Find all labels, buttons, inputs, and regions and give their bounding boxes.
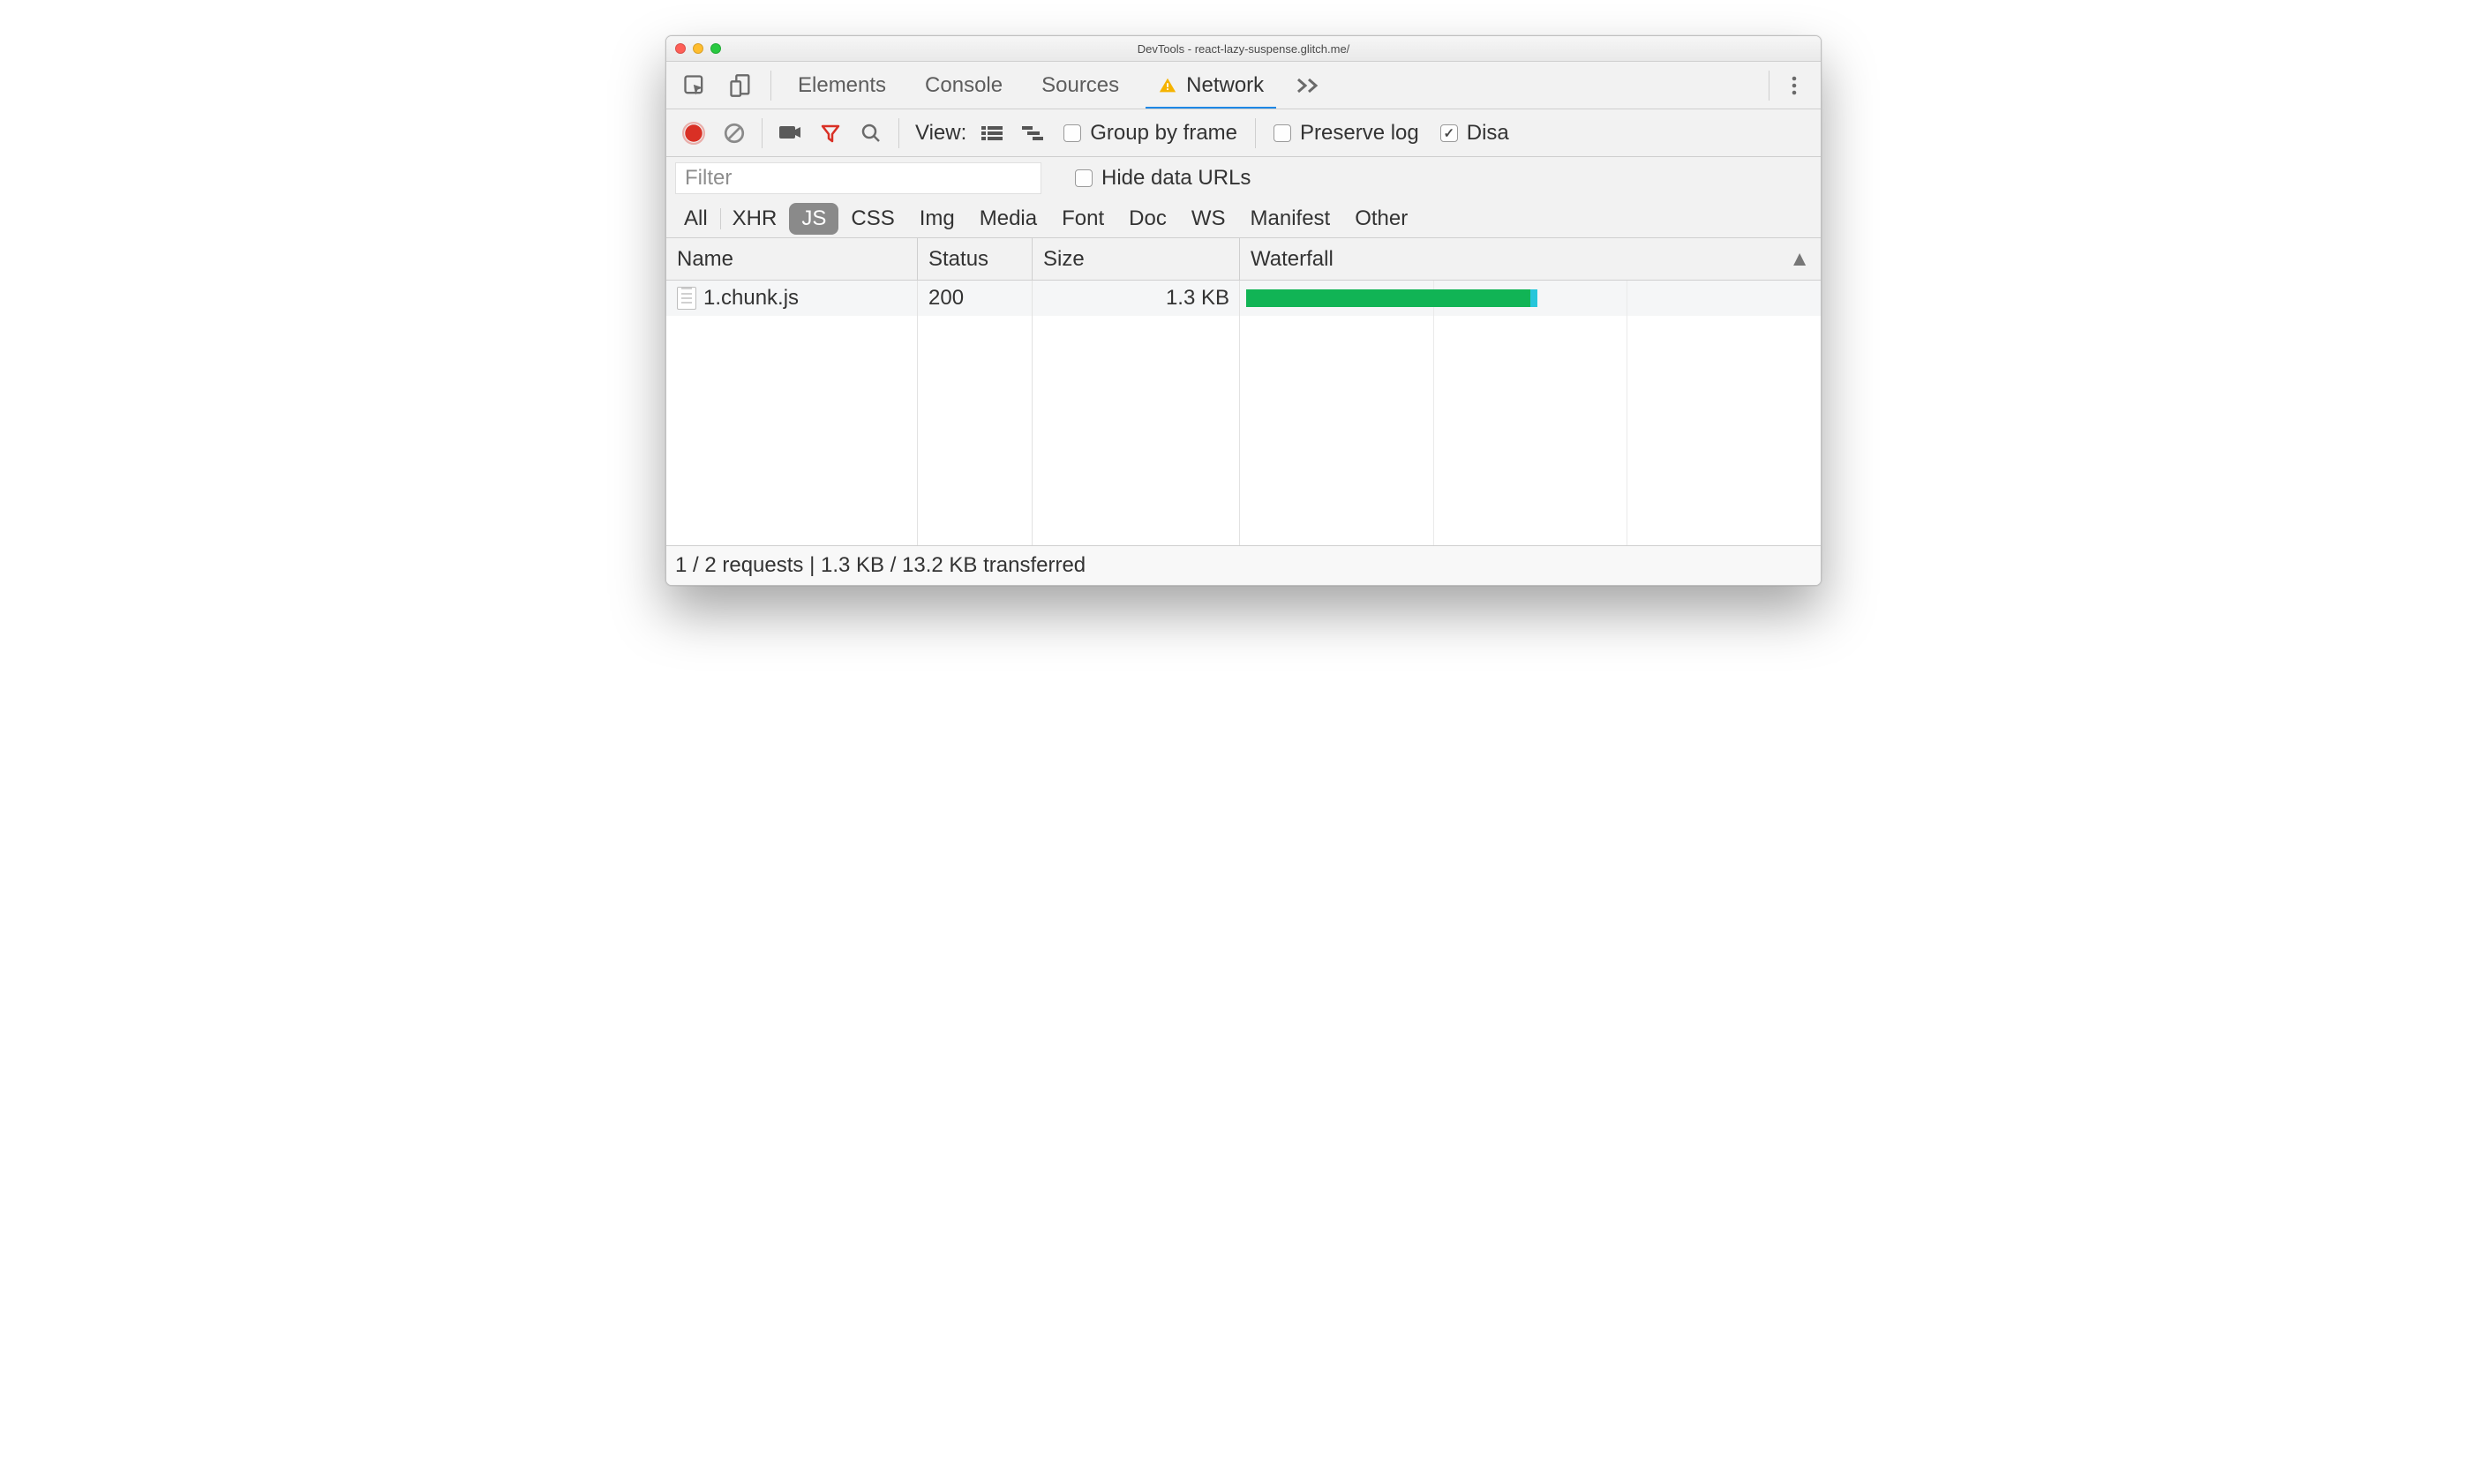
requests-table: Name Status Size Waterfall ▲ 1.chunk.js	[666, 238, 1821, 546]
kebab-icon	[1791, 75, 1798, 96]
cell-size: 1.3 KB	[1033, 286, 1240, 311]
inspect-element-icon[interactable]	[672, 73, 718, 98]
tab-elements[interactable]: Elements	[778, 62, 905, 109]
search-icon	[860, 123, 882, 144]
tab-label: Console	[925, 73, 1003, 98]
tab-label: Network	[1186, 73, 1264, 98]
tab-console[interactable]: Console	[905, 62, 1022, 109]
type-media[interactable]: Media	[967, 203, 1049, 235]
checkbox[interactable]	[1440, 124, 1458, 142]
zoom-window-button[interactable]	[710, 43, 721, 54]
type-xhr[interactable]: XHR	[720, 203, 790, 235]
hide-data-urls-option[interactable]: Hide data URLs	[1057, 166, 1261, 191]
filter-toggle-button[interactable]	[810, 123, 851, 144]
option-label: Hide data URLs	[1101, 166, 1251, 191]
large-rows-button[interactable]	[972, 124, 1012, 142]
type-filter-row: All XHR JS CSS Img Media Font Doc WS Man…	[666, 199, 1821, 238]
capture-screenshots-button[interactable]	[770, 124, 810, 143]
request-name: 1.chunk.js	[703, 286, 799, 311]
ban-icon	[723, 122, 746, 145]
close-window-button[interactable]	[675, 43, 686, 54]
disable-cache-option[interactable]: Disa	[1430, 121, 1520, 146]
device-toolbar-icon[interactable]	[718, 73, 763, 98]
script-file-icon	[677, 287, 696, 310]
view-label: View:	[906, 121, 972, 146]
checkbox[interactable]	[1063, 124, 1081, 142]
warning-icon	[1158, 76, 1177, 95]
record-button[interactable]	[673, 122, 714, 145]
devtools-menu-button[interactable]	[1777, 75, 1812, 96]
group-by-frame-option[interactable]: Group by frame	[1053, 121, 1248, 146]
option-label: Disa	[1467, 121, 1509, 146]
waterfall-bar	[1246, 289, 1530, 307]
preserve-log-option[interactable]: Preserve log	[1263, 121, 1430, 146]
checkbox[interactable]	[1274, 124, 1291, 142]
separator	[1255, 118, 1256, 148]
overview-toggle-button[interactable]	[1012, 124, 1053, 142]
waterfall-icon	[1020, 124, 1045, 142]
type-all[interactable]: All	[672, 203, 720, 235]
column-status[interactable]: Status	[918, 238, 1033, 280]
chevrons-right-icon	[1296, 76, 1322, 95]
type-ws[interactable]: WS	[1179, 203, 1238, 235]
column-name[interactable]: Name	[666, 238, 918, 280]
filter-bar: Hide data URLs	[666, 157, 1821, 199]
column-size[interactable]: Size	[1033, 238, 1240, 280]
tab-sources[interactable]: Sources	[1022, 62, 1138, 109]
separator	[898, 118, 899, 148]
column-waterfall[interactable]: Waterfall ▲	[1240, 238, 1821, 280]
network-toolbar: View: Group by frame Preserve log	[666, 109, 1821, 157]
tab-label: Sources	[1041, 73, 1119, 98]
cell-waterfall	[1240, 289, 1821, 308]
camera-icon	[778, 124, 801, 143]
type-doc[interactable]: Doc	[1116, 203, 1179, 235]
filter-input[interactable]	[675, 162, 1041, 194]
cell-name: 1.chunk.js	[666, 286, 918, 311]
type-js[interactable]: JS	[789, 203, 838, 235]
record-icon	[682, 122, 705, 145]
status-bar: 1 / 2 requests | 1.3 KB / 13.2 KB transf…	[666, 546, 1821, 585]
table-body: 1.chunk.js 200 1.3 KB	[666, 281, 1821, 545]
checkbox[interactable]	[1075, 169, 1093, 187]
type-img[interactable]: Img	[907, 203, 967, 235]
devtools-window: DevTools - react-lazy-suspense.glitch.me…	[665, 35, 1822, 586]
option-label: Group by frame	[1090, 121, 1237, 146]
separator	[762, 118, 763, 148]
table-row[interactable]: 1.chunk.js 200 1.3 KB	[666, 281, 1821, 316]
search-button[interactable]	[851, 123, 891, 144]
more-tabs-button[interactable]	[1283, 76, 1334, 95]
table-header: Name Status Size Waterfall ▲	[666, 238, 1821, 281]
option-label: Preserve log	[1300, 121, 1419, 146]
minimize-window-button[interactable]	[693, 43, 703, 54]
sort-asc-icon: ▲	[1789, 247, 1810, 272]
cell-status: 200	[918, 286, 1033, 311]
type-css[interactable]: CSS	[838, 203, 906, 235]
tab-label: Elements	[798, 73, 886, 98]
type-other[interactable]: Other	[1342, 203, 1420, 235]
window-title: DevTools - react-lazy-suspense.glitch.me…	[666, 42, 1821, 56]
tab-network[interactable]: Network	[1138, 62, 1283, 109]
panel-tabs: Elements Console Sources Network	[666, 62, 1821, 109]
separator	[770, 71, 771, 101]
type-font[interactable]: Font	[1049, 203, 1116, 235]
funnel-icon	[820, 123, 841, 144]
status-text: 1 / 2 requests | 1.3 KB / 13.2 KB transf…	[675, 553, 1086, 578]
window-controls	[675, 43, 721, 54]
clear-button[interactable]	[714, 122, 755, 145]
list-icon	[981, 124, 1003, 142]
titlebar: DevTools - react-lazy-suspense.glitch.me…	[666, 36, 1821, 62]
waterfall-bar-end	[1530, 289, 1537, 307]
type-manifest[interactable]: Manifest	[1238, 203, 1343, 235]
